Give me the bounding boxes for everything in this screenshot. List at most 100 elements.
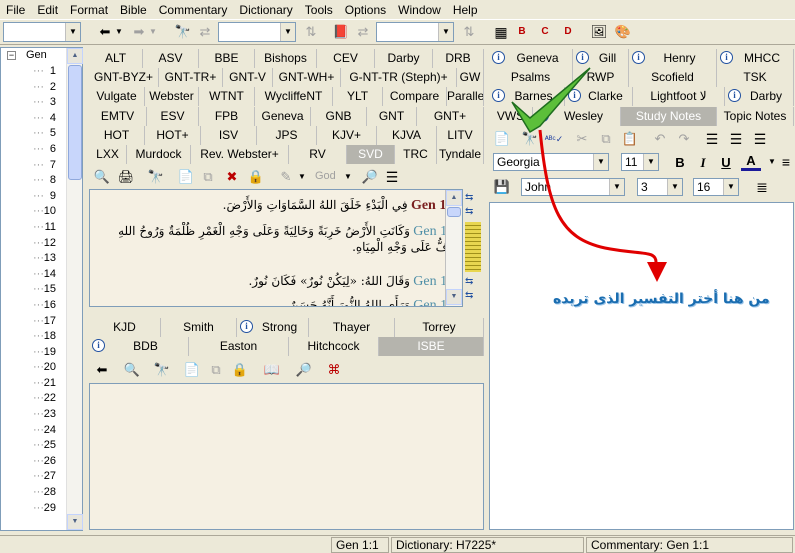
tab-drb[interactable]: DRB bbox=[433, 49, 484, 68]
picture-icon[interactable]: 🖼 bbox=[588, 21, 610, 43]
tab-mhcc[interactable]: i MHCC bbox=[717, 49, 794, 68]
menu-item-help[interactable]: Help bbox=[447, 0, 484, 20]
chevron-down-icon[interactable]: ▼ bbox=[142, 21, 164, 43]
tab-webster[interactable]: Webster bbox=[145, 87, 199, 107]
tab-psalms[interactable]: Psalms bbox=[489, 68, 573, 88]
tab-compare[interactable]: Compare bbox=[383, 87, 447, 107]
bible-scrollbar[interactable]: ▲ ▼ bbox=[445, 190, 462, 306]
search-binoculars-icon[interactable]: 🔭 bbox=[151, 359, 173, 381]
tab-alt[interactable]: ALT bbox=[89, 49, 143, 68]
tab-isv[interactable]: ISV bbox=[201, 125, 257, 145]
tab-darby[interactable]: i Darby bbox=[725, 87, 794, 107]
chevron-down-icon[interactable]: ▼ bbox=[337, 166, 359, 188]
tab-wtnt[interactable]: WTNT bbox=[199, 87, 255, 107]
tab-bbe[interactable]: BBE bbox=[199, 49, 255, 68]
italic-button[interactable]: I bbox=[693, 153, 713, 173]
tab-strong[interactable]: i Strong bbox=[237, 318, 309, 337]
bullets-icon[interactable]: ≡ bbox=[775, 151, 795, 173]
dictionary-combo[interactable]: ▼ bbox=[218, 22, 296, 42]
menu-item-dictionary[interactable]: Dictionary bbox=[233, 0, 298, 20]
zoom-icon[interactable]: 🔎 bbox=[293, 359, 315, 381]
tab-litv[interactable]: LITV bbox=[437, 125, 484, 145]
menu-item-tools[interactable]: Tools bbox=[299, 0, 339, 20]
tab-rwp[interactable]: RWP bbox=[573, 68, 629, 88]
redo-icon[interactable]: ↷ bbox=[673, 128, 695, 150]
chevron-down-icon[interactable]: ▼ bbox=[723, 179, 738, 195]
copy-text-icon[interactable]: 📄 bbox=[181, 359, 203, 381]
tab-gill[interactable]: i Gill bbox=[573, 49, 629, 68]
layout-icon[interactable]: ▦ bbox=[490, 21, 512, 43]
tab-fpb[interactable]: FPB bbox=[199, 106, 255, 126]
save-icon[interactable]: 💾 bbox=[491, 176, 513, 198]
tab-topic-notes[interactable]: Topic Notes bbox=[717, 106, 794, 126]
format-icon[interactable]: ≣ bbox=[751, 176, 773, 198]
tab-study-notes[interactable]: Study Notes bbox=[621, 106, 717, 126]
paste-icon[interactable]: 📋 bbox=[619, 128, 641, 150]
back-icon[interactable]: ⬅ bbox=[91, 359, 113, 381]
link-icon[interactable]: ⇆ bbox=[465, 192, 473, 203]
tab-vws[interactable]: VWS bbox=[489, 106, 533, 126]
tab-clarke[interactable]: i Clarke bbox=[565, 87, 633, 107]
tab-murdock[interactable]: Murdock bbox=[127, 145, 191, 164]
tab-barnes[interactable]: i Barnes bbox=[489, 87, 565, 107]
scroll-thumb[interactable] bbox=[68, 65, 82, 180]
link-icon[interactable]: ⇆ bbox=[465, 290, 473, 301]
tab-henry[interactable]: i Henry bbox=[629, 49, 717, 68]
menu-item-format[interactable]: Format bbox=[64, 0, 114, 20]
dictionary-window-icon[interactable]: D bbox=[557, 21, 579, 43]
copy-text-icon[interactable]: 📄 bbox=[175, 166, 197, 188]
menu-item-options[interactable]: Options bbox=[339, 0, 392, 20]
split-view-icon[interactable]: ☰ bbox=[381, 166, 403, 188]
verse-select[interactable]: 16 ▼ bbox=[693, 178, 739, 196]
tab-vulgate[interactable]: Vulgate bbox=[89, 87, 145, 107]
tab-jps[interactable]: JPS bbox=[257, 125, 317, 145]
tab-rev-webster-[interactable]: Rev. Webster+ bbox=[191, 145, 289, 164]
menu-item-bible[interactable]: Bible bbox=[114, 0, 153, 20]
chevron-down-icon[interactable]: ▼ bbox=[593, 154, 608, 170]
tab-cev[interactable]: CEV bbox=[317, 49, 375, 68]
verse-row[interactable]: Gen 1:1 فِي الْبَدْءِ خَلَقَ اللهُ السَّ… bbox=[94, 198, 458, 214]
lock-icon[interactable]: 🔒 bbox=[229, 359, 251, 381]
copy-icon[interactable]: ⧉ bbox=[595, 128, 617, 150]
menu-item-edit[interactable]: Edit bbox=[31, 0, 64, 20]
god-label[interactable]: God bbox=[315, 170, 336, 182]
tab-gw[interactable]: GW bbox=[457, 68, 484, 88]
tab-hot-[interactable]: HOT+ bbox=[145, 125, 201, 145]
chevron-down-icon[interactable]: ▼ bbox=[438, 23, 453, 41]
tab-lxx[interactable]: LXX bbox=[89, 145, 127, 164]
tab-bdb[interactable]: i BDB bbox=[89, 337, 189, 357]
tab-scofield[interactable]: Scofield bbox=[629, 68, 717, 88]
tab-gnt-wh-[interactable]: GNT-WH+ bbox=[273, 68, 341, 88]
font-select[interactable]: Georgia ▼ bbox=[493, 153, 609, 171]
commentary-combo[interactable]: ▼ bbox=[376, 22, 454, 42]
chevron-down-icon[interactable]: ▼ bbox=[65, 23, 80, 41]
chevron-down-icon[interactable]: ▼ bbox=[280, 23, 295, 41]
link-icon[interactable]: ⇆ bbox=[465, 276, 473, 287]
font-color-button[interactable]: A bbox=[741, 153, 761, 171]
tab-lightfoot-[interactable]: Lightfoot لا bbox=[633, 87, 725, 107]
tab-g-nt-tr-steph-[interactable]: G-NT-TR (Steph)+ bbox=[341, 68, 457, 88]
bible-text-panel[interactable]: Gen 1:1 فِي الْبَدْءِ خَلَقَ اللهُ السَّ… bbox=[89, 189, 463, 307]
cut-icon[interactable]: ✂ bbox=[571, 128, 593, 150]
chapter-select[interactable]: 3 ▼ bbox=[637, 178, 683, 196]
tab-easton[interactable]: Easton bbox=[189, 337, 289, 357]
tab-smith[interactable]: Smith bbox=[161, 318, 237, 337]
tab-geneva[interactable]: i Geneva bbox=[489, 49, 573, 68]
tab-torrey[interactable]: Torrey bbox=[395, 318, 484, 337]
tab-esv[interactable]: ESV bbox=[147, 106, 199, 126]
tab-rv[interactable]: RV bbox=[289, 145, 347, 164]
scroll-up-icon[interactable]: ▲ bbox=[446, 190, 462, 206]
sync-icon[interactable]: ⇅ bbox=[458, 21, 480, 43]
tab-gnt-v[interactable]: GNT-V bbox=[223, 68, 273, 88]
bold-button[interactable]: B bbox=[670, 153, 690, 173]
tab-kjd[interactable]: KJD bbox=[89, 318, 161, 337]
tab-gnt-[interactable]: GNT+ bbox=[417, 106, 484, 126]
study-notes-editor[interactable] bbox=[489, 202, 794, 530]
tab-emtv[interactable]: EMTV bbox=[89, 106, 147, 126]
tab-gnt[interactable]: GNT bbox=[367, 106, 417, 126]
strongs-icon[interactable]: ⌘ bbox=[323, 359, 345, 381]
align-right-icon[interactable]: ☰ bbox=[749, 128, 771, 150]
sync-icon[interactable]: ⇄ bbox=[194, 21, 216, 43]
sync-icon[interactable]: ⇅ bbox=[300, 21, 322, 43]
menu-item-commentary[interactable]: Commentary bbox=[153, 0, 234, 20]
